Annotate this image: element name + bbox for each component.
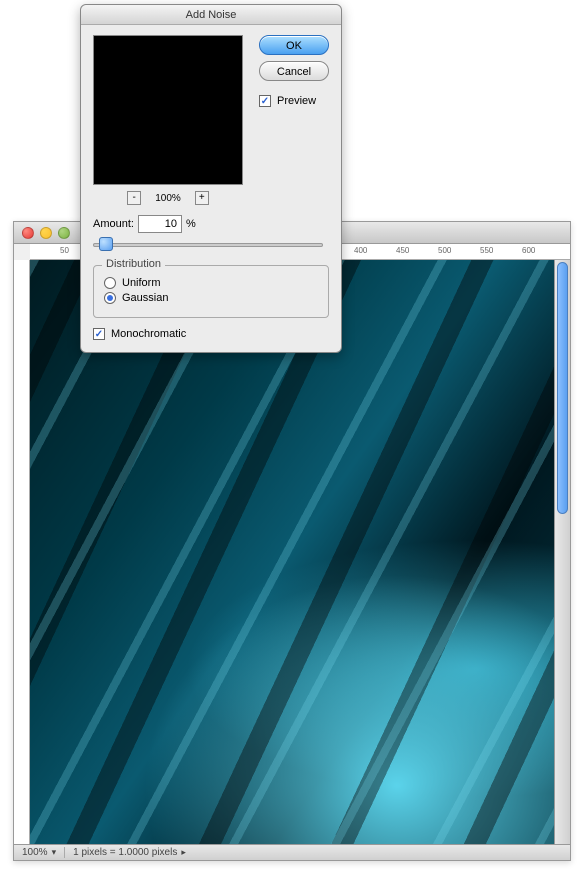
ruler-tick: 500 <box>438 246 451 255</box>
distribution-group: Distribution Uniform Gaussian <box>93 265 329 318</box>
dialog-title: Add Noise <box>81 5 341 25</box>
ruler-tick: 550 <box>480 246 493 255</box>
slider-thumb[interactable] <box>99 237 113 251</box>
preview-image[interactable] <box>93 35 243 185</box>
minimize-icon[interactable] <box>40 227 52 239</box>
preview-label: Preview <box>277 95 316 107</box>
zoom-in-button[interactable]: + <box>195 191 209 205</box>
cancel-button[interactable]: Cancel <box>259 61 329 81</box>
preview-zoom: 100% <box>155 193 181 204</box>
status-info: 1 pixels = 1.0000 pixels ▸ <box>65 847 194 858</box>
chevron-right-icon: ▸ <box>181 847 186 858</box>
amount-slider[interactable] <box>93 237 323 253</box>
uniform-radio[interactable] <box>104 277 116 289</box>
ruler-vertical <box>14 260 30 844</box>
add-noise-dialog: Add Noise OK Cancel Preview - 100% + Amo… <box>80 4 342 353</box>
distribution-legend: Distribution <box>102 258 165 270</box>
amount-unit: % <box>186 218 196 230</box>
close-icon[interactable] <box>22 227 34 239</box>
amount-label: Amount: <box>93 218 134 230</box>
ruler-tick: 600 <box>522 246 535 255</box>
chevron-down-icon: ▾ <box>52 847 57 858</box>
gaussian-label: Gaussian <box>122 292 168 304</box>
ruler-tick: 450 <box>396 246 409 255</box>
traffic-lights <box>22 227 70 239</box>
scrollbar-vertical[interactable] <box>554 260 570 844</box>
preview-checkbox[interactable] <box>259 95 271 107</box>
status-text: 1 pixels = 1.0000 pixels <box>73 847 177 858</box>
monochromatic-checkbox[interactable] <box>93 328 105 340</box>
status-bar: 100% ▾ 1 pixels = 1.0000 pixels ▸ <box>14 844 570 860</box>
ruler-tick: 400 <box>354 246 367 255</box>
slider-track <box>93 243 323 247</box>
zoom-icon[interactable] <box>58 227 70 239</box>
zoom-display[interactable]: 100% ▾ <box>14 847 65 858</box>
monochromatic-label: Monochromatic <box>111 328 186 340</box>
gaussian-radio[interactable] <box>104 292 116 304</box>
ruler-tick: 50 <box>60 246 69 255</box>
ok-button[interactable]: OK <box>259 35 329 55</box>
zoom-out-button[interactable]: - <box>127 191 141 205</box>
zoom-value: 100% <box>22 847 48 858</box>
amount-input[interactable] <box>138 215 182 233</box>
uniform-label: Uniform <box>122 277 161 289</box>
